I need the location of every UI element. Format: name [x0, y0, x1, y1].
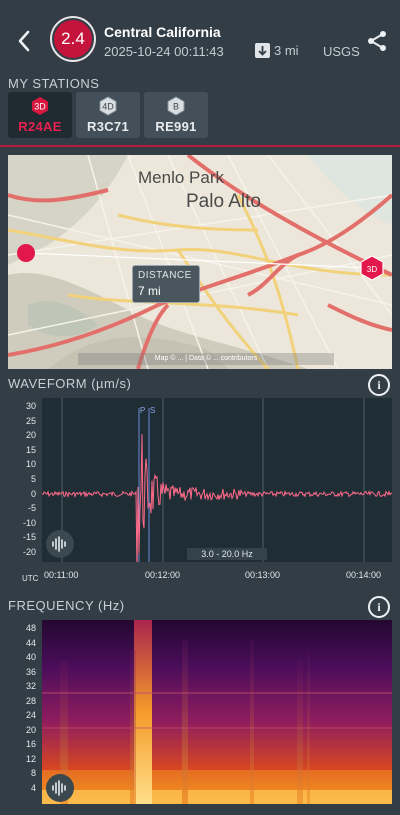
s-wave-label: S [150, 406, 155, 415]
waveform-x-unit: UTC [22, 574, 39, 583]
map-label-menlo-park: Menlo Park [138, 168, 224, 187]
stations-divider [0, 145, 400, 147]
frequency-y-tick: 48 [25, 623, 36, 633]
waveform-y-tick: -20 [22, 547, 36, 557]
station-marker[interactable]: 3D [360, 255, 384, 281]
spectrogram-image [42, 620, 392, 804]
svg-text:B: B [173, 102, 179, 112]
waveform-x-tick: 00:12:00 [145, 570, 181, 580]
svg-text:3D: 3D [34, 102, 46, 112]
map-canvas: Menlo Park Palo Alto 3D [8, 155, 392, 369]
waveform-info-icon[interactable]: i [368, 374, 390, 396]
station-label: R3C71 [87, 119, 129, 134]
magnitude-badge: 2.4 [50, 16, 96, 62]
station-tab-r3c71[interactable]: 4D R3C71 [76, 92, 140, 138]
waveform-x-tick: 00:11:00 [44, 570, 79, 580]
map-label-palo-alto: Palo Alto [186, 191, 261, 212]
svg-text:3D: 3D [367, 265, 377, 274]
station-map[interactable]: Menlo Park Palo Alto 3D DISTANCE 7 mi Ma… [8, 155, 392, 369]
frequency-y-tick: 4 [30, 782, 36, 793]
waveform-y-tick: -5 [27, 503, 36, 514]
waveform-y-tick: 10 [25, 459, 36, 470]
frequency-y-tick: 28 [25, 695, 36, 706]
waveform-y-tick: 0 [30, 488, 36, 499]
share-icon[interactable] [366, 30, 388, 52]
waveform-title: WAVEFORM (µm/s) [8, 376, 132, 391]
waveform-y-tick: 15 [25, 444, 36, 455]
station-hex-icon: 4D [99, 96, 117, 116]
spectrogram-plot[interactable] [42, 620, 392, 804]
waveform-y-tick: 30 [25, 401, 36, 411]
frequency-y-tick: 32 [25, 681, 36, 691]
waveform-audio-icon[interactable] [46, 530, 74, 558]
station-hex-icon: B [167, 96, 185, 116]
filter-badge: 3.0 - 20.0 Hz [187, 548, 267, 560]
frequency-y-tick: 8 [30, 768, 36, 778]
frequency-y-tick: 24 [25, 710, 36, 720]
magnitude-value: 2.4 [52, 18, 94, 60]
distance-label: DISTANCE [138, 270, 192, 281]
depth-value: 3 mi [274, 43, 299, 58]
waveform-line [41, 433, 393, 573]
event-datetime: 2025-10-24 00:11:43 [104, 44, 224, 59]
frequency-y-tick: 12 [25, 753, 36, 764]
map-attribution[interactable]: Map © ... | Data © ... contributors [78, 353, 334, 365]
waveform-trace: PS [41, 398, 393, 573]
station-tab-r24ae[interactable]: 3D R24AE [8, 92, 72, 138]
spectrogram-audio-icon[interactable] [46, 774, 74, 802]
distance-tooltip: DISTANCE 7 mi [132, 265, 200, 303]
station-label: RE991 [155, 119, 197, 134]
waveform-x-tick: 00:13:00 [245, 570, 281, 580]
station-label: R24AE [18, 119, 62, 134]
stations-section-label: MY STATIONS [8, 76, 100, 91]
frequency-y-tick: 40 [25, 652, 36, 662]
station-tab-re991[interactable]: B RE991 [144, 92, 208, 138]
event-region: Central California [104, 24, 221, 40]
waveform-y-tick: 25 [25, 415, 36, 426]
frequency-info-icon[interactable]: i [368, 596, 390, 618]
svg-text:4D: 4D [102, 102, 114, 112]
waveform-plot[interactable]: PS 3.0 - 20.0 Hz [41, 398, 393, 573]
p-wave-label: P [140, 406, 145, 415]
frequency-y-tick: 20 [25, 724, 36, 735]
back-arrow-icon[interactable] [12, 26, 36, 56]
depth-arrow-icon [255, 43, 270, 58]
waveform-y-tick: 20 [25, 430, 36, 441]
frequency-y-tick: 36 [25, 666, 36, 677]
epicenter-marker [17, 244, 35, 262]
frequency-title: FREQUENCY (Hz) [8, 598, 125, 613]
waveform-x-tick: 00:14:00 [346, 570, 382, 580]
event-header: 2.4 Central California 2025-10-24 00:11:… [0, 0, 400, 78]
distance-value: 7 mi [138, 284, 161, 298]
station-tabs: 3D R24AE 4D R3C71 B RE991 [8, 92, 208, 138]
event-source: USGS [323, 44, 360, 59]
waveform-y-tick: -15 [22, 532, 36, 543]
event-depth: 3 mi [255, 43, 299, 58]
waveform-y-tick: -10 [22, 517, 36, 528]
frequency-y-tick: 16 [25, 739, 36, 749]
waveform-y-tick: 5 [30, 474, 36, 484]
frequency-y-tick: 44 [25, 637, 36, 648]
station-hex-icon: 3D [32, 97, 48, 115]
